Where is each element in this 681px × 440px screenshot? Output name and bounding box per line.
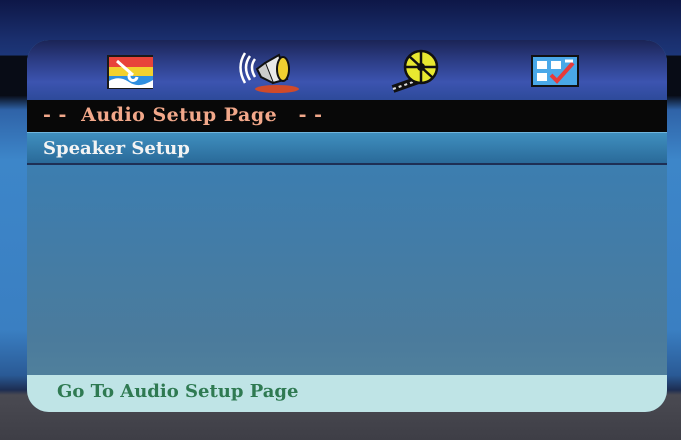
checklist-icon	[531, 55, 579, 87]
menu-item-label: Speaker Setup	[43, 138, 190, 159]
tab-video-setup[interactable]	[385, 48, 449, 96]
setup-tab-bar	[27, 40, 667, 100]
speaker-icon	[239, 52, 299, 93]
status-text: Go To Audio Setup Page	[57, 381, 299, 402]
status-bar: Go To Audio Setup Page	[27, 375, 667, 412]
setup-menu-panel: - - Audio Setup Page - - Speaker Setup G…	[27, 40, 667, 412]
tab-audio-setup[interactable]	[239, 48, 303, 96]
page-title-bar: - - Audio Setup Page - -	[27, 100, 667, 132]
wrench-flag-icon	[107, 55, 153, 89]
film-reel-icon	[391, 49, 439, 93]
page-title: - - Audio Setup Page - -	[43, 104, 323, 126]
menu-item-speaker-setup[interactable]: Speaker Setup	[27, 132, 667, 165]
tab-general-setup[interactable]	[99, 48, 163, 96]
tab-preference-setup[interactable]	[523, 48, 587, 96]
